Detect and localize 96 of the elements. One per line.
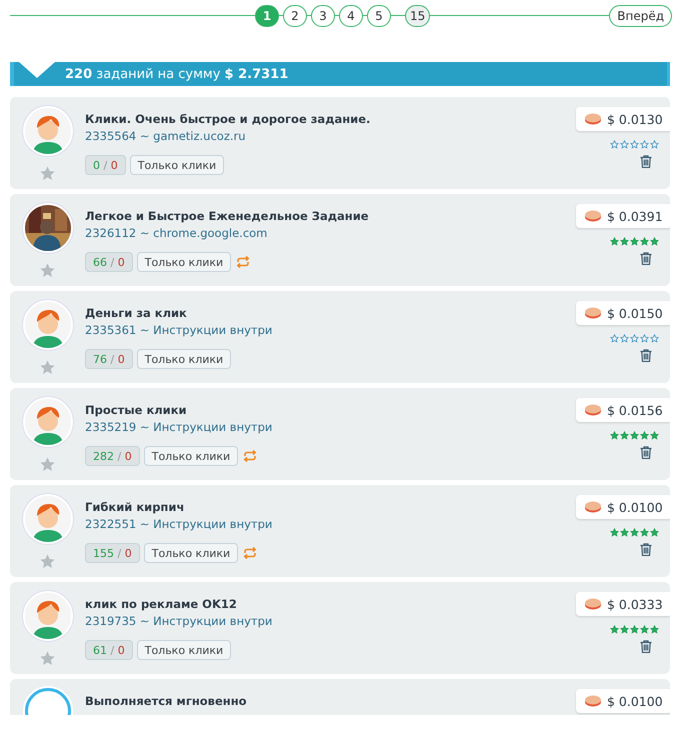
rating-star-icon [620,140,629,149]
page-button[interactable]: 5 [367,5,391,27]
rating-star-icon [640,334,649,343]
rating-star-icon [650,334,659,343]
page-button[interactable]: 15 [405,5,430,27]
favorite-star-icon[interactable] [39,650,56,667]
rating-star-icon [640,431,649,440]
coin-icon [585,695,601,707]
rating-star-icon [630,625,639,634]
rating-star-icon [630,237,639,246]
task-source: 2322551 ~ Инструкции внутри [85,517,274,531]
stats-badge: 282 / 0 [85,446,140,466]
coin-icon [585,598,601,610]
coin-icon [585,404,601,416]
task-title[interactable]: Легкое и Быстрое Еженедельное Задание [85,209,576,223]
rating-star-icon [640,140,649,149]
favorite-star-icon[interactable] [39,456,56,473]
task-tag: Только клики [136,640,232,660]
coin-icon [585,307,601,319]
trash-icon[interactable] [640,543,652,556]
page-button[interactable]: 3 [311,5,335,27]
price-text: $ 0.0100 [607,694,663,708]
rating-star-icon [620,528,629,537]
rating-star-icon [630,528,639,537]
task-card[interactable]: Деньги за клик 2335361 ~ Инструкции внутри 76 / 0 Только клики $ 0.0150 [10,291,670,383]
stats-badge: 76 / 0 [85,349,133,369]
task-source: 2326112 ~ chrome.google.com [85,226,268,240]
favorite-star-icon[interactable] [39,553,56,570]
rating-star-icon [650,140,659,149]
task-tag: Только клики [136,349,232,369]
rating-star-icon [610,528,619,537]
task-title[interactable]: клик по рекламе OK12 [85,597,576,611]
price-text: $ 0.0156 [607,402,663,418]
rating-star-icon [650,625,659,634]
task-tag: Только клики [130,155,224,175]
price-text: $ 0.0100 [607,500,663,514]
rating-star-icon [650,528,659,537]
trash-icon[interactable] [640,446,652,459]
rating-star-icon [630,334,639,343]
task-title[interactable]: Клики. Очень быстрое и дорогое задание. [85,112,576,126]
rating-star-icon [620,431,629,440]
trash-icon[interactable] [640,252,652,265]
trash-icon[interactable] [640,349,652,362]
task-tag: Только клики [144,543,238,563]
rating-star-icon [610,431,619,440]
rating-star-icon [620,625,629,634]
stats-badge: 0 / 0 [85,155,126,175]
favorite-star-icon[interactable] [39,262,56,279]
favorite-star-icon[interactable] [39,165,56,182]
task-card[interactable]: Легкое и Быстрое Еженедельное Задание 2326112 ~ chrome.google.com 66 / 0 Только клики $ 0.0391 [10,194,670,286]
rating-star-icon [640,237,649,246]
price-text: $ 0.0391 [607,208,663,224]
rating-star-icon [610,334,619,343]
coin-icon [585,501,601,513]
price-text: $ 0.0333 [607,596,663,612]
stats-badge: 61 / 0 [85,640,133,660]
notch-icon [19,62,55,78]
task-source: 2319735 ~ Инструкции внутри [85,614,274,628]
task-card[interactable]: клик по рекламе OK12 2319735 ~ Инструкции внутри 61 / 0 Только клики $ 0.0333 [10,582,670,674]
summary-text: 220 заданий на сумму $ 2.7311 [65,66,288,82]
price-text: $ 0.0150 [607,306,663,320]
rating-star-icon [610,625,619,634]
task-card[interactable]: Выполняется мгновенно $ 0.0100 [10,679,670,715]
task-source: 2335361 ~ Инструкции внутри [85,323,274,337]
coin-icon [585,210,601,222]
page-button[interactable]: 4 [339,5,363,27]
task-title[interactable]: Простые клики [85,403,576,417]
rating-star-icon [620,237,629,246]
task-source: 2335564 ~ gametiz.ucoz.ru [85,129,247,143]
task-card[interactable]: Клики. Очень быстрое и дорогое задание. 2335564 ~ gametiz.ucoz.ru 0 / 0 Только клики $ 0.0130 [10,97,670,189]
trash-icon[interactable] [640,640,652,653]
coin-icon [585,113,601,125]
rating-star-icon [610,237,619,246]
task-tag: Только клики [136,252,232,272]
task-title[interactable]: Гибкий кирпич [85,500,576,514]
rating-star-icon [650,237,659,246]
rating-star-icon [620,334,629,343]
rating-star-icon [650,431,659,440]
task-title[interactable]: Выполняется мгновенно [85,694,576,708]
favorite-star-icon[interactable] [39,359,56,376]
rating-star-icon [630,431,639,440]
rating-star-icon [630,140,639,149]
trash-icon[interactable] [640,155,652,168]
task-tag: Только клики [144,446,238,466]
task-card[interactable]: Гибкий кирпич 2322551 ~ Инструкции внутри 155 / 0 Только клики $ 0.0100 [10,485,670,577]
stats-badge: 155 / 0 [85,543,140,563]
task-card[interactable]: Простые клики 2335219 ~ Инструкции внутри 282 / 0 Только клики $ 0.0156 [10,388,670,480]
rating-star-icon [640,625,649,634]
next-button[interactable]: Вперёд [609,5,672,27]
stats-badge: 66 / 0 [85,252,133,272]
rating-star-icon [640,528,649,537]
page-button[interactable]: 2 [283,5,307,27]
task-source: 2335219 ~ Инструкции внутри [85,420,274,434]
price-text: $ 0.0130 [607,112,663,126]
rating-star-icon [610,140,619,149]
task-title[interactable]: Деньги за клик [85,306,576,320]
